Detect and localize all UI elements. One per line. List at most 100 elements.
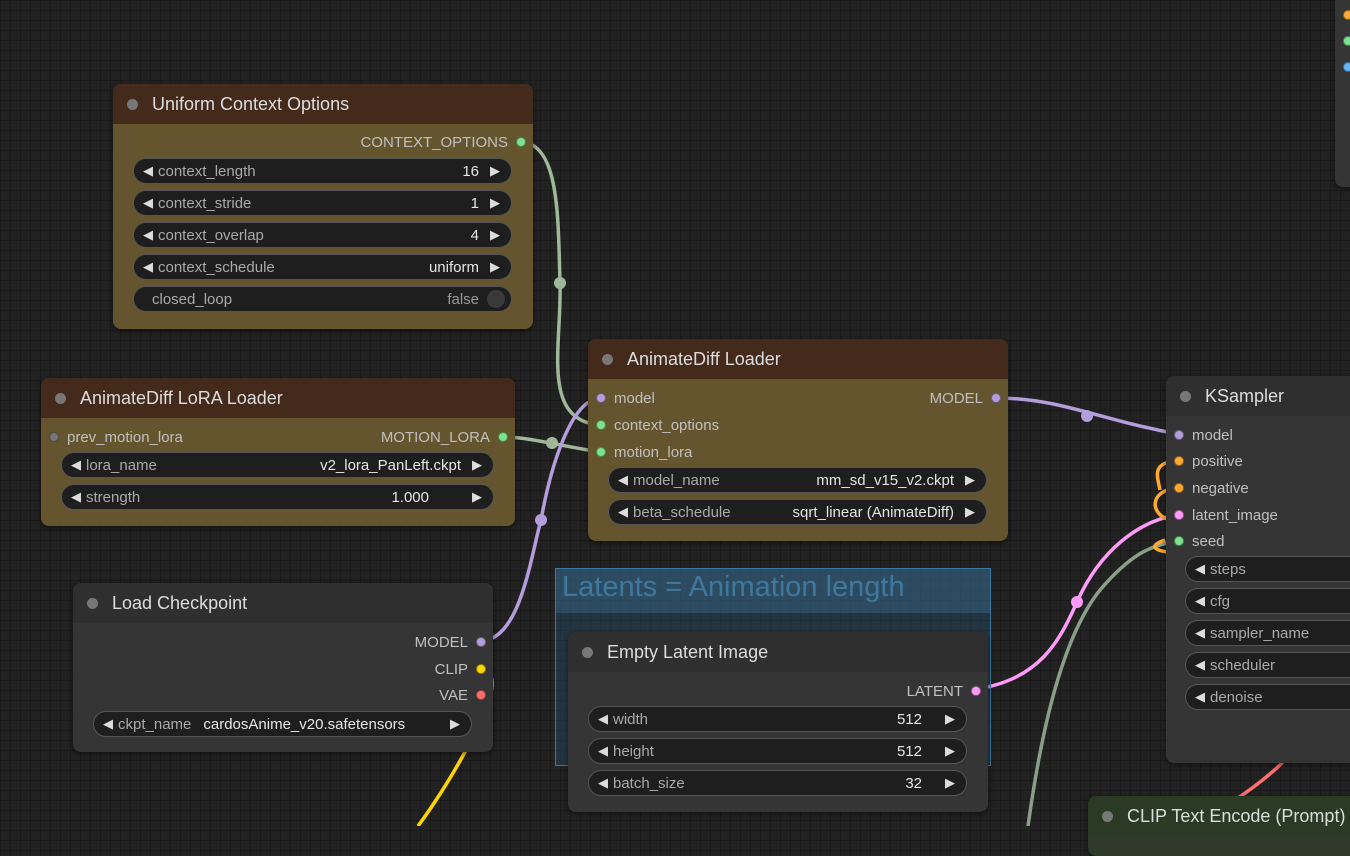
increment-arrow-icon[interactable]: ▶ (469, 489, 485, 505)
input-prev-motion-lora[interactable]: prev_motion_lora (49, 426, 183, 448)
node-uniform-context-options[interactable]: Uniform Context Options CONTEXT_OPTIONS … (113, 84, 533, 329)
decrement-arrow-icon[interactable]: ◀ (140, 227, 156, 243)
node-header[interactable]: KSampler (1166, 376, 1350, 416)
widget-context-overlap[interactable]: ◀ context_overlap 4 ▶ (133, 222, 512, 248)
decrement-arrow-icon[interactable]: ◀ (68, 489, 84, 505)
collapse-dot-icon[interactable] (1180, 390, 1191, 402)
decrement-arrow-icon[interactable]: ◀ (140, 259, 156, 275)
increment-arrow-icon[interactable]: ▶ (447, 716, 463, 732)
node-header[interactable]: AnimateDiff LoRA Loader (41, 378, 515, 418)
input-negative[interactable]: negative (1174, 477, 1249, 499)
widget-context-schedule[interactable]: ◀ context_schedule uniform ▶ (133, 254, 512, 280)
widget-value[interactable]: 512 (654, 743, 942, 760)
widget-batch-size[interactable]: ◀ batch_size 32 ▶ (588, 770, 967, 796)
increment-arrow-icon[interactable]: ▶ (962, 472, 978, 488)
decrement-arrow-icon[interactable]: ◀ (595, 711, 611, 727)
increment-arrow-icon[interactable]: ▶ (962, 504, 978, 520)
input-context-options[interactable]: context_options (596, 414, 719, 436)
input-positive[interactable]: positive (1174, 450, 1243, 472)
decrement-arrow-icon[interactable]: ◀ (1192, 689, 1208, 705)
decrement-arrow-icon[interactable]: ◀ (595, 775, 611, 791)
output-model[interactable]: MODEL (930, 387, 1001, 409)
output-context-options[interactable]: CONTEXT_OPTIONS (360, 131, 526, 153)
decrement-arrow-icon[interactable]: ◀ (68, 457, 84, 473)
widget-height[interactable]: ◀ height 512 ▶ (588, 738, 967, 764)
output-dot-icon[interactable] (991, 393, 1001, 403)
collapse-dot-icon[interactable] (582, 646, 593, 658)
input-seed[interactable]: seed (1174, 530, 1225, 552)
slot-dot-orange[interactable] (1343, 10, 1350, 20)
output-dot-icon[interactable] (476, 664, 486, 674)
node-load-checkpoint[interactable]: Load Checkpoint MODEL CLIP VAE ◀ ckpt_na… (73, 583, 493, 752)
input-dot-icon[interactable] (49, 432, 59, 442)
collapse-dot-icon[interactable] (55, 392, 66, 404)
output-dot-icon[interactable] (476, 690, 486, 700)
widget-beta-schedule[interactable]: ◀ beta_schedule sqrt_linear (AnimateDiff… (608, 499, 987, 525)
output-vae[interactable]: VAE (439, 684, 486, 706)
widget-value[interactable]: cardosAnime_v20.safetensors (191, 716, 447, 733)
output-dot-icon[interactable] (476, 637, 486, 647)
node-header[interactable]: AnimateDiff Loader (588, 339, 1008, 379)
output-dot-icon[interactable] (971, 686, 981, 696)
decrement-arrow-icon[interactable]: ◀ (1192, 593, 1208, 609)
widget-value[interactable]: sqrt_linear (AnimateDiff) (731, 504, 962, 521)
widget-width[interactable]: ◀ width 512 ▶ (588, 706, 967, 732)
widget-value[interactable]: 1 (251, 195, 487, 212)
decrement-arrow-icon[interactable]: ◀ (100, 716, 116, 732)
increment-arrow-icon[interactable]: ▶ (942, 711, 958, 727)
decrement-arrow-icon[interactable]: ◀ (1192, 625, 1208, 641)
widget-value[interactable]: 1.000 (140, 489, 469, 506)
node-animatediff-lora-loader[interactable]: AnimateDiff LoRA Loader prev_motion_lora… (41, 378, 515, 526)
widget-context-stride[interactable]: ◀ context_stride 1 ▶ (133, 190, 512, 216)
slot-dot-green[interactable] (1343, 36, 1350, 46)
widget-steps[interactable]: ◀ steps (1185, 556, 1350, 582)
input-dot-icon[interactable] (1174, 536, 1184, 546)
node-header[interactable]: Load Checkpoint (73, 583, 493, 623)
node-ksampler[interactable]: KSampler model positive negative latent_… (1166, 376, 1350, 763)
widget-model-name[interactable]: ◀ model_name mm_sd_v15_v2.ckpt ▶ (608, 467, 987, 493)
increment-arrow-icon[interactable]: ▶ (487, 163, 503, 179)
node-header[interactable]: CLIP Text Encode (Prompt) (1088, 796, 1350, 836)
increment-arrow-icon[interactable]: ▶ (487, 227, 503, 243)
increment-arrow-icon[interactable]: ▶ (942, 775, 958, 791)
widget-value[interactable]: v2_lora_PanLeft.ckpt (157, 457, 469, 474)
input-dot-icon[interactable] (1174, 510, 1184, 520)
collapse-dot-icon[interactable] (127, 98, 138, 110)
decrement-arrow-icon[interactable]: ◀ (140, 163, 156, 179)
input-motion-lora[interactable]: motion_lora (596, 441, 692, 463)
output-dot-icon[interactable] (516, 137, 526, 147)
widget-ckpt-name[interactable]: ◀ ckpt_name cardosAnime_v20.safetensors … (93, 711, 472, 737)
output-clip[interactable]: CLIP (435, 658, 486, 680)
toggle-closed-loop[interactable]: closed_loop false (133, 286, 512, 312)
input-dot-icon[interactable] (596, 447, 606, 457)
increment-arrow-icon[interactable]: ▶ (487, 195, 503, 211)
decrement-arrow-icon[interactable]: ◀ (615, 504, 631, 520)
node-animatediff-loader[interactable]: AnimateDiff Loader model context_options… (588, 339, 1008, 541)
output-model[interactable]: MODEL (415, 631, 486, 653)
widget-value[interactable]: mm_sd_v15_v2.ckpt (720, 472, 962, 489)
toggle-knob-icon[interactable] (487, 290, 505, 308)
collapse-dot-icon[interactable] (87, 597, 98, 609)
input-dot-icon[interactable] (1174, 483, 1184, 493)
widget-denoise[interactable]: ◀ denoise (1185, 684, 1350, 710)
widget-cfg[interactable]: ◀ cfg (1185, 588, 1350, 614)
increment-arrow-icon[interactable]: ▶ (487, 259, 503, 275)
decrement-arrow-icon[interactable]: ◀ (1192, 657, 1208, 673)
widget-lora-name[interactable]: ◀ lora_name v2_lora_PanLeft.ckpt ▶ (61, 452, 494, 478)
input-dot-icon[interactable] (1174, 456, 1184, 466)
input-model[interactable]: model (1174, 424, 1233, 446)
input-model[interactable]: model (596, 387, 655, 409)
decrement-arrow-icon[interactable]: ◀ (615, 472, 631, 488)
widget-value[interactable]: 4 (264, 227, 487, 244)
node-empty-latent-image[interactable]: Empty Latent Image LATENT ◀ width 512 ▶ … (568, 632, 988, 812)
partial-node-top-right[interactable] (1335, 0, 1350, 187)
node-header[interactable]: Uniform Context Options (113, 84, 533, 124)
widget-context-length[interactable]: ◀ context_length 16 ▶ (133, 158, 512, 184)
slot-dot-blue[interactable] (1343, 62, 1350, 72)
output-latent[interactable]: LATENT (907, 680, 981, 702)
input-dot-icon[interactable] (596, 393, 606, 403)
widget-value[interactable]: 512 (648, 711, 942, 728)
widget-value[interactable]: uniform (275, 259, 487, 276)
increment-arrow-icon[interactable]: ▶ (469, 457, 485, 473)
collapse-dot-icon[interactable] (602, 353, 613, 365)
